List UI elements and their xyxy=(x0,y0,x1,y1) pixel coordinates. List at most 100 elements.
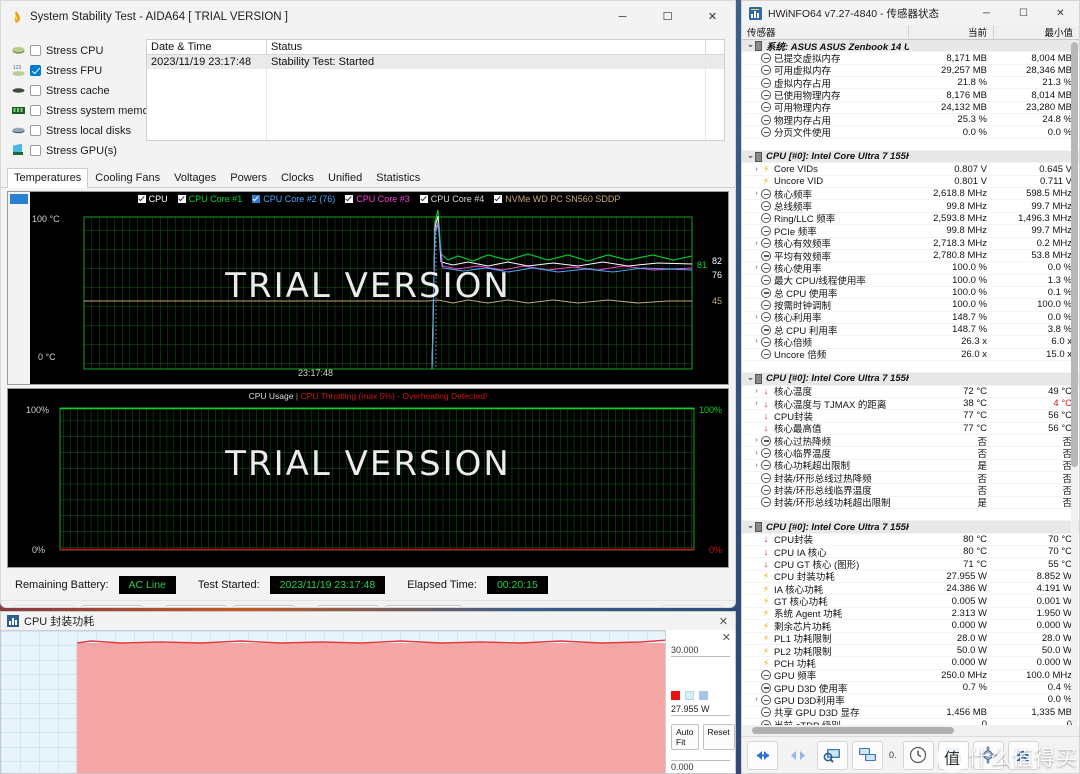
chevron-right-icon[interactable]: › xyxy=(752,400,761,407)
tab-cooling-fans[interactable]: Cooling Fans xyxy=(88,168,167,188)
legend-item-core3[interactable]: CPU Core #3 xyxy=(345,194,410,204)
chevron-right-icon[interactable]: › xyxy=(752,264,761,271)
log-table-row[interactable]: 2023/11/19 23:17:48 Stability Test: Star… xyxy=(147,55,724,70)
chevron-right-icon[interactable]: › xyxy=(752,462,761,469)
sensor-current-value: 77 °C xyxy=(963,422,987,434)
collapse-up-icon[interactable] xyxy=(1007,740,1039,770)
stress-cpu-checkbox[interactable] xyxy=(30,45,41,56)
legend-item-core1[interactable]: CPU Core #1 xyxy=(177,194,242,204)
stop-button[interactable]: Stop xyxy=(81,605,143,607)
sensor-row[interactable]: ›Uncore 倍频 26.0 x 15.0 x xyxy=(742,349,1079,361)
scrollbar-thumb[interactable] xyxy=(1071,42,1078,467)
chevron-down-icon[interactable]: ⌄ xyxy=(746,522,755,532)
stress-option-row[interactable]: Stress cache xyxy=(11,81,136,100)
legend-checkbox[interactable] xyxy=(252,195,261,203)
tab-clocks[interactable]: Clocks xyxy=(274,168,321,188)
sensor-name-label: CPU [#0]: Intel Core Ultra 7 155H: DTS xyxy=(766,373,909,385)
column-minimum[interactable]: 最小值 xyxy=(994,25,1079,39)
hwinfo-vertical-scrollbar[interactable] xyxy=(1071,40,1078,725)
reset-button[interactable]: Reset xyxy=(702,724,735,750)
log-col-extra[interactable] xyxy=(706,40,724,54)
chevron-right-icon[interactable]: › xyxy=(752,166,761,173)
stress-cache-checkbox[interactable] xyxy=(30,85,41,96)
sensor-spacer-row[interactable] xyxy=(742,138,1079,152)
stress-option-row[interactable]: 123 Stress FPU xyxy=(11,61,136,80)
hwinfo-close-button[interactable]: ✕ xyxy=(1042,1,1079,25)
tab-unified[interactable]: Unified xyxy=(321,168,369,188)
legend-checkbox[interactable] xyxy=(494,195,503,203)
tab-statistics[interactable]: Statistics xyxy=(369,168,427,188)
legend-item-core4[interactable]: CPU Core #4 xyxy=(419,194,484,204)
chevron-down-icon[interactable]: ⌄ xyxy=(746,151,755,161)
auto-fit-button[interactable]: Auto Fit xyxy=(671,724,699,750)
preferences-button[interactable]: Preferences xyxy=(385,605,463,607)
hwinfo-maximize-button[interactable]: ☐ xyxy=(1005,1,1042,25)
tab-temperatures[interactable]: Temperatures xyxy=(7,168,89,188)
chevron-right-icon[interactable]: › xyxy=(752,190,761,197)
stress-option-row[interactable]: Stress local disks xyxy=(11,121,136,140)
stress-gpu-checkbox[interactable] xyxy=(30,145,41,156)
sensor-row[interactable]: › ⚡ Core VIDs 0.807 V 0.645 V xyxy=(742,163,1079,176)
swatch-light[interactable] xyxy=(685,691,694,700)
legend-item-cpu[interactable]: CPU xyxy=(137,194,168,204)
swatch-red[interactable] xyxy=(671,691,680,700)
hscrollbar-thumb[interactable] xyxy=(752,727,954,734)
sensor-minimum-value: 53.8 MHz xyxy=(1031,250,1072,262)
tab-voltages[interactable]: Voltages xyxy=(167,168,223,188)
monitor-search-icon[interactable] xyxy=(817,740,848,770)
start-button[interactable]: Start xyxy=(13,605,75,607)
settings-icon[interactable] xyxy=(972,740,1004,770)
aida64-minimize-button[interactable]: ─ xyxy=(600,1,645,32)
stress-option-row[interactable]: Stress system memory xyxy=(11,101,158,120)
chevron-right-icon[interactable]: › xyxy=(752,450,761,457)
chevron-right-icon[interactable]: › xyxy=(752,314,761,321)
hwinfo-sensor-list[interactable]: ⌄系统: ASUS ASUS Zenbook 14 UX3405...›已提交虚… xyxy=(742,40,1079,725)
legend-checkbox[interactable] xyxy=(177,195,186,203)
sensor-spacer-row[interactable] xyxy=(742,360,1079,374)
power-window-close-button[interactable]: ✕ xyxy=(719,615,728,628)
gauge-icon xyxy=(761,262,771,273)
sensor-group-row[interactable]: ⌄ CPU [#0]: Intel Core Ultra 7 155H xyxy=(742,151,1079,164)
cpuid-button[interactable]: CPUID xyxy=(317,605,379,607)
clear-button[interactable]: Clear xyxy=(165,605,227,607)
clock-icon[interactable] xyxy=(902,740,934,770)
chevron-down-icon[interactable]: ⌄ xyxy=(746,40,755,50)
sensor-row[interactable]: ›封装/环形总线功耗超出限制 是 否 xyxy=(742,497,1079,509)
log-col-status[interactable]: Status xyxy=(267,40,706,55)
stress-option-row[interactable]: Stress GPU(s) xyxy=(11,141,136,160)
log-col-datetime[interactable]: Date & Time xyxy=(147,40,267,55)
stress-option-row[interactable]: Stress CPU xyxy=(11,41,136,60)
power-sidebar-close-icon[interactable]: ✕ xyxy=(722,631,731,644)
chevron-down-icon[interactable]: ⌄ xyxy=(746,373,755,383)
sensor-row[interactable]: ›分页文件使用 0.0 % 0.0 % xyxy=(742,126,1079,139)
chevron-right-icon[interactable]: › xyxy=(752,338,761,345)
aida64-maximize-button[interactable]: ☐ xyxy=(645,1,690,32)
stress-disks-checkbox[interactable] xyxy=(30,125,41,136)
tab-powers[interactable]: Powers xyxy=(223,168,274,188)
legend-checkbox[interactable] xyxy=(345,195,354,203)
column-current[interactable]: 当前 xyxy=(909,25,994,39)
chevron-right-icon[interactable]: › xyxy=(752,696,761,703)
save-button[interactable]: Save xyxy=(233,605,295,607)
hwinfo-minimize-button[interactable]: ─ xyxy=(968,1,1005,25)
expand-all-icon[interactable] xyxy=(747,740,778,770)
add-monitor-icon[interactable] xyxy=(937,740,969,770)
aida64-close-button[interactable]: ✕ xyxy=(690,1,735,32)
collapse-all-icon[interactable] xyxy=(782,741,813,770)
legend-checkbox[interactable] xyxy=(419,195,428,203)
chevron-right-icon[interactable]: › xyxy=(752,437,761,444)
column-sensor[interactable]: 传感器 xyxy=(742,25,909,39)
sensor-spacer-row[interactable] xyxy=(742,509,1079,522)
legend-checkbox[interactable] xyxy=(137,195,146,203)
stress-fpu-checkbox[interactable] xyxy=(30,65,41,76)
network-icon[interactable] xyxy=(852,740,883,770)
legend-item-nvme[interactable]: NVMe WD PC SN560 SDDP xyxy=(494,194,620,204)
swatch-blue[interactable] xyxy=(699,691,708,700)
stress-memory-checkbox[interactable] xyxy=(30,105,41,116)
chevron-right-icon[interactable]: › xyxy=(752,240,761,247)
chevron-right-icon[interactable]: › xyxy=(752,388,761,395)
legend-item-core2[interactable]: CPU Core #2 (76) xyxy=(252,194,335,204)
close-dialog-button[interactable]: Close xyxy=(661,605,723,607)
sensor-current-value: 2.313 W xyxy=(951,607,987,619)
hwinfo-horizontal-scrollbar[interactable] xyxy=(742,725,1079,736)
